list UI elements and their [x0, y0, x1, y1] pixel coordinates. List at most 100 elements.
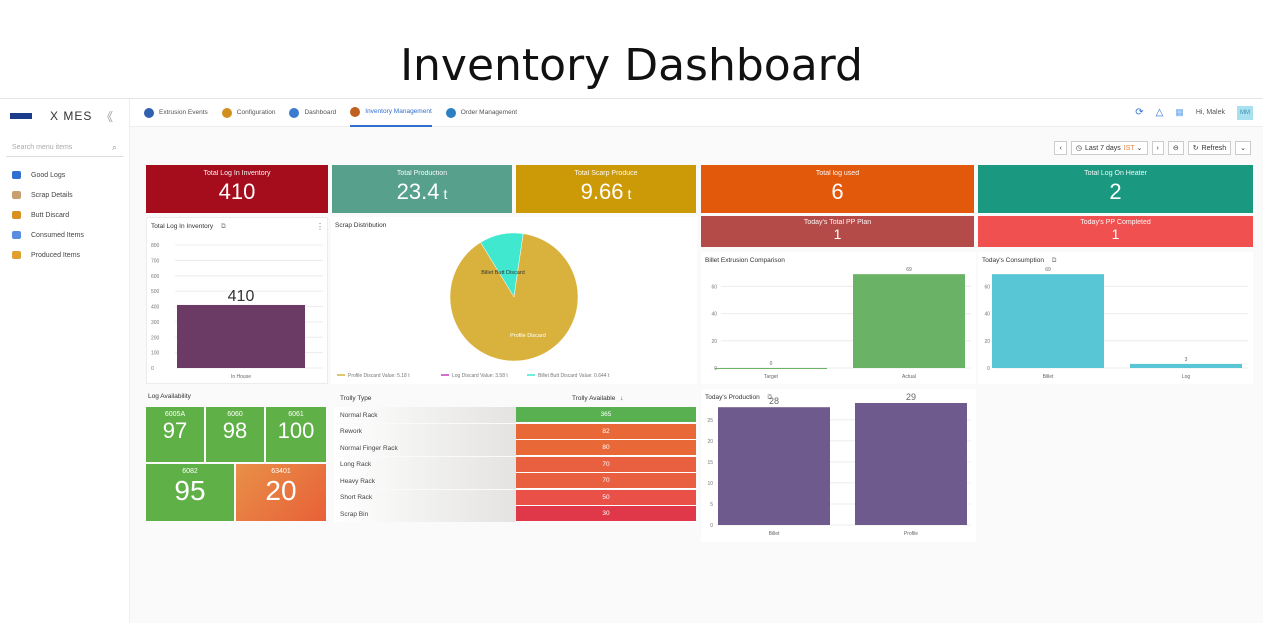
- pie-label-profile: Profile Discard: [510, 333, 546, 339]
- y-tick-label: 20: [711, 339, 717, 345]
- log-tile-6005a[interactable]: 6005A 97: [146, 407, 204, 462]
- log-tile-63401[interactable]: 63401 20: [236, 464, 326, 521]
- tab-label: Inventory Management: [365, 108, 432, 115]
- tab-label: Configuration: [236, 109, 276, 116]
- clock-icon: ◷: [1075, 145, 1082, 152]
- log-tile-6082[interactable]: 6082 95: [146, 464, 234, 521]
- sort-desc-icon[interactable]: ↓: [620, 395, 623, 402]
- kpi-label: Total log used: [815, 170, 860, 177]
- trolly-type-header[interactable]: Trolly Type: [334, 391, 516, 405]
- bar[interactable]: [715, 368, 827, 369]
- table-row[interactable]: Long Rack 70: [334, 456, 696, 473]
- trolly-available-cell: 365: [516, 407, 696, 423]
- refresh-interval-dropdown[interactable]: ⌄: [1235, 141, 1251, 155]
- next-range-button[interactable]: ›: [1151, 141, 1164, 155]
- chevron-down-icon: ⌄: [1136, 145, 1143, 152]
- pp-card: Today's PP Completed 1: [978, 216, 1253, 247]
- log-tile-value: 95: [174, 475, 206, 506]
- time-range-label: Last 7 days: [1084, 144, 1121, 152]
- tab-configuration[interactable]: Configuration: [221, 99, 276, 127]
- y-tick-label: 60: [711, 284, 717, 290]
- bar-value-label: 0: [770, 361, 773, 367]
- bar[interactable]: [718, 407, 830, 525]
- kpi-number: 2: [1109, 179, 1122, 204]
- trolly-available-header-label: Trolly Available: [572, 395, 616, 402]
- log-tile-value: 100: [277, 418, 315, 443]
- tab-label: Order Management: [460, 109, 518, 116]
- y-tick-label: 400: [151, 305, 160, 311]
- tab-icon: [445, 107, 456, 118]
- sync-icon[interactable]: ⟳: [1135, 107, 1143, 118]
- table-row[interactable]: Normal Finger Rack 80: [334, 440, 696, 456]
- trolly-table-panel: Trolly Type Trolly Available ↓ Normal Ra…: [334, 391, 696, 523]
- y-tick-label: 0: [710, 523, 713, 529]
- log-availability-title: Log Availability: [148, 393, 191, 400]
- sidebar-item-good-logs[interactable]: Good Logs: [0, 165, 129, 185]
- kpi-value: 410: [146, 179, 328, 205]
- user-greeting[interactable]: Hi, Malek: [1196, 109, 1225, 116]
- trolly-available-header[interactable]: Trolly Available ↓: [516, 391, 696, 405]
- bar[interactable]: [853, 274, 965, 368]
- table-row[interactable]: Heavy Rack 70: [334, 473, 696, 489]
- brand: X MES 《: [0, 99, 129, 133]
- kpi-value: 9.66 t: [516, 179, 696, 205]
- y-tick-label: 800: [151, 243, 160, 249]
- trolly-available-cell: 50: [516, 489, 696, 506]
- legend-item[interactable]: Billet Butt Discard Value: 0.644 t: [538, 373, 610, 379]
- table-row[interactable]: Scrap Bin 30: [334, 506, 696, 522]
- sidebar-item-consumed-items[interactable]: Consumed Items: [0, 225, 129, 245]
- kpi-label: Total Production: [396, 170, 448, 177]
- inventory-chart: 800 700 600 500 400 300 200 100 0 410 In House: [151, 243, 323, 380]
- scrap-pie-chart: Billet Butt Discard Profile Discard Profil…: [337, 232, 610, 379]
- collapse-icon[interactable]: 《: [101, 108, 113, 125]
- legend-item[interactable]: Profile Discard Value: 5.18 t: [348, 373, 410, 379]
- kpi-card: Total Scarp Produce 9.66 t: [516, 165, 696, 213]
- search-input[interactable]: Search menu items ⌕: [6, 139, 123, 157]
- log-tile-6061[interactable]: 6061 100: [266, 407, 326, 462]
- time-range-picker[interactable]: ◷ Last 7 days IST ⌄: [1070, 141, 1148, 155]
- refresh-button[interactable]: ↻ Refresh: [1187, 141, 1232, 155]
- x-tick-label: Profile: [904, 531, 918, 537]
- tab-icon: [350, 106, 361, 117]
- sidebar-item-butt-discard[interactable]: Butt Discard: [0, 205, 129, 225]
- chevron-down-icon: ⌄: [1240, 145, 1246, 152]
- consumption-chart: 60 40 20 0 69 Billet 3 Log: [984, 267, 1248, 380]
- trolly-type-cell: Short Rack: [334, 489, 516, 506]
- y-tick-label: 0: [151, 366, 154, 372]
- trolly-available-cell: 80: [516, 440, 696, 456]
- bell-icon[interactable]: △: [1156, 107, 1164, 118]
- sidebar-item-scrap-details[interactable]: Scrap Details: [0, 185, 129, 205]
- page-title: Inventory Dashboard: [400, 40, 863, 91]
- pp-value: 1: [833, 226, 842, 242]
- sidebar-item-icon: [12, 211, 21, 219]
- y-tick-label: 0: [987, 366, 990, 372]
- pp-value: 1: [1111, 226, 1120, 242]
- y-tick-label: 20: [707, 439, 713, 445]
- prev-range-button[interactable]: ‹: [1054, 141, 1067, 155]
- avatar[interactable]: MM: [1237, 105, 1253, 120]
- tab-extrusion-events[interactable]: Extrusion Events: [144, 99, 208, 127]
- consumption-chart-panel: Today's Consumption ⧉ 60 40 20 0 69 Billet 3 Lo…: [978, 252, 1253, 384]
- bar[interactable]: [992, 274, 1104, 368]
- table-row[interactable]: Normal Rack 365: [334, 407, 696, 423]
- bar[interactable]: [855, 403, 967, 525]
- sidebar-item-produced-items[interactable]: Produced Items: [0, 245, 129, 265]
- kpi-value: 23.4 t: [332, 179, 512, 205]
- bar[interactable]: [177, 304, 305, 368]
- y-tick-label: 20: [984, 339, 990, 345]
- tab-icon: [144, 107, 154, 118]
- sidebar-item-label: Consumed Items: [31, 231, 84, 239]
- kpi-value: 2: [978, 179, 1253, 205]
- tab-dashboard[interactable]: Dashboard: [289, 99, 336, 127]
- zoom-out-button[interactable]: ⊖: [1167, 141, 1184, 155]
- legend-item[interactable]: Log Discard Value: 3.58 t: [452, 373, 508, 379]
- log-tile-6060[interactable]: 6060 98: [206, 407, 264, 462]
- tab-inventory-management[interactable]: Inventory Management: [350, 99, 432, 127]
- table-row[interactable]: Short Rack 50: [334, 489, 696, 506]
- bar[interactable]: [1130, 363, 1242, 368]
- tab-order-management[interactable]: Order Management: [445, 99, 518, 127]
- brand-logo: [10, 113, 32, 119]
- bar-value-label: 69: [906, 267, 912, 273]
- apps-icon[interactable]: ▦: [1175, 107, 1184, 118]
- table-row[interactable]: Rework 82: [334, 423, 696, 440]
